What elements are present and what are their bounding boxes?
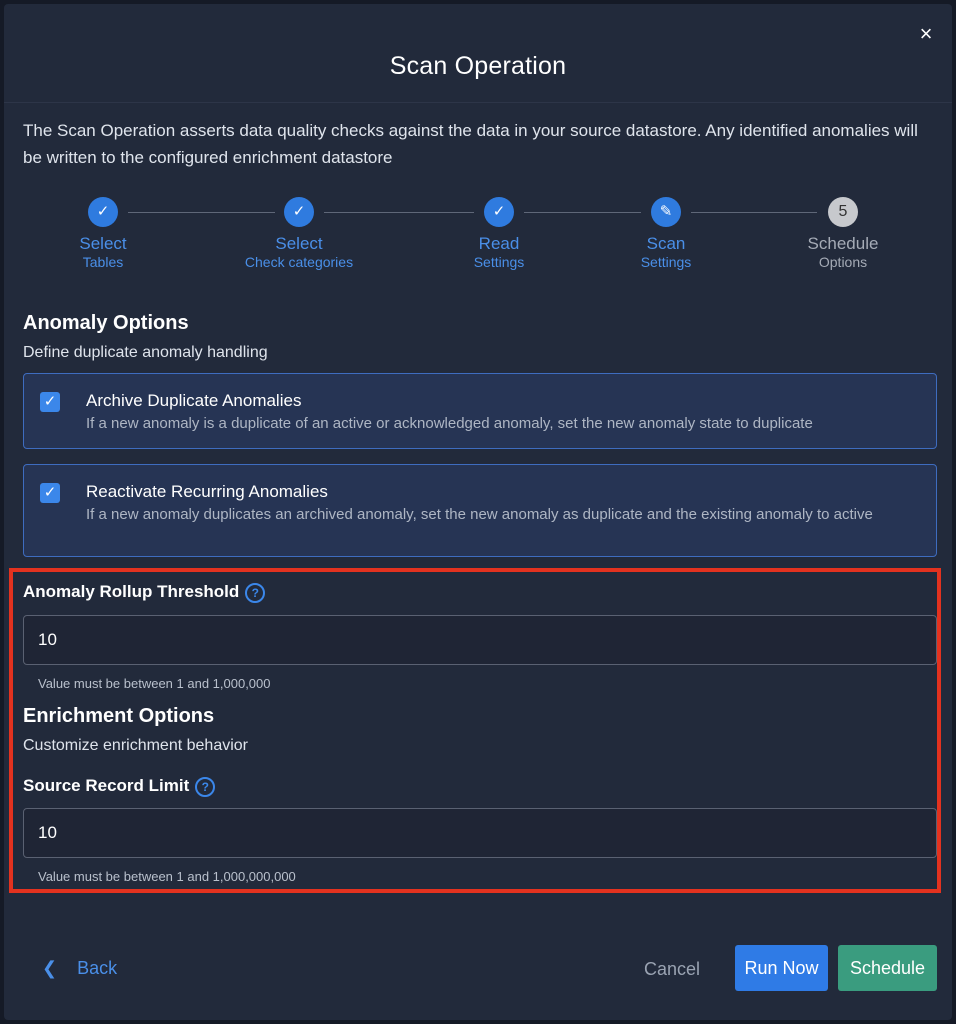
step-label: Select [275, 234, 323, 253]
reactivate-recurring-checkbox[interactable]: ✓ [40, 483, 60, 503]
back-label: Back [77, 958, 118, 978]
reactivate-recurring-option[interactable]: ✓ Reactivate Recurring Anomalies If a ne… [23, 464, 937, 557]
close-icon[interactable]: × [914, 22, 938, 46]
step-schedule-options[interactable]: 5 Schedule Options [763, 197, 923, 271]
title-divider [4, 102, 952, 103]
pencil-icon: ✎ [651, 197, 681, 227]
archive-duplicates-option[interactable]: ✓ Archive Duplicate Anomalies If a new a… [23, 373, 937, 449]
modal-title: Scan Operation [389, 52, 567, 80]
cancel-button[interactable]: Cancel [644, 959, 700, 980]
step-sublabel: Settings [473, 254, 525, 270]
step-sublabel: Check categories [244, 254, 354, 270]
step-scan-settings[interactable]: ✎ Scan Settings [586, 197, 746, 271]
archive-duplicates-description: If a new anomaly is a duplicate of an ac… [86, 415, 813, 432]
step-label: Scan [646, 234, 686, 253]
step-label: Select [79, 234, 127, 253]
anomaly-options-title: Anomaly Options [23, 312, 189, 334]
check-icon: ✓ [284, 197, 314, 227]
archive-duplicates-title: Archive Duplicate Anomalies [86, 391, 302, 410]
step-read-settings[interactable]: ✓ Read Settings [419, 197, 579, 271]
stepper: ✓ Select Tables ✓ Select Check categorie… [4, 197, 952, 287]
reactivate-recurring-description: If a new anomaly duplicates an archived … [86, 506, 873, 523]
step-select-check-categories[interactable]: ✓ Select Check categories [219, 197, 379, 271]
back-button[interactable]: ❮ Back [42, 958, 117, 979]
check-icon: ✓ [484, 197, 514, 227]
modal-description: The Scan Operation asserts data quality … [23, 121, 918, 167]
step-sublabel: Options [818, 254, 868, 270]
reactivate-recurring-title: Reactivate Recurring Anomalies [86, 482, 328, 501]
step-select-tables[interactable]: ✓ Select Tables [23, 197, 183, 271]
schedule-button[interactable]: Schedule [838, 945, 937, 991]
anomaly-options-subtitle: Define duplicate anomaly handling [23, 344, 268, 361]
step-sublabel: Tables [82, 254, 124, 270]
step-label: Schedule [807, 234, 879, 253]
step-sublabel: Settings [640, 254, 692, 270]
archive-duplicates-checkbox[interactable]: ✓ [40, 392, 60, 412]
step-number: 5 [828, 197, 858, 227]
step-label: Read [478, 234, 520, 253]
highlight-box [9, 568, 941, 893]
check-icon: ✓ [88, 197, 118, 227]
chevron-left-icon: ❮ [42, 958, 58, 978]
run-now-button[interactable]: Run Now [735, 945, 828, 991]
